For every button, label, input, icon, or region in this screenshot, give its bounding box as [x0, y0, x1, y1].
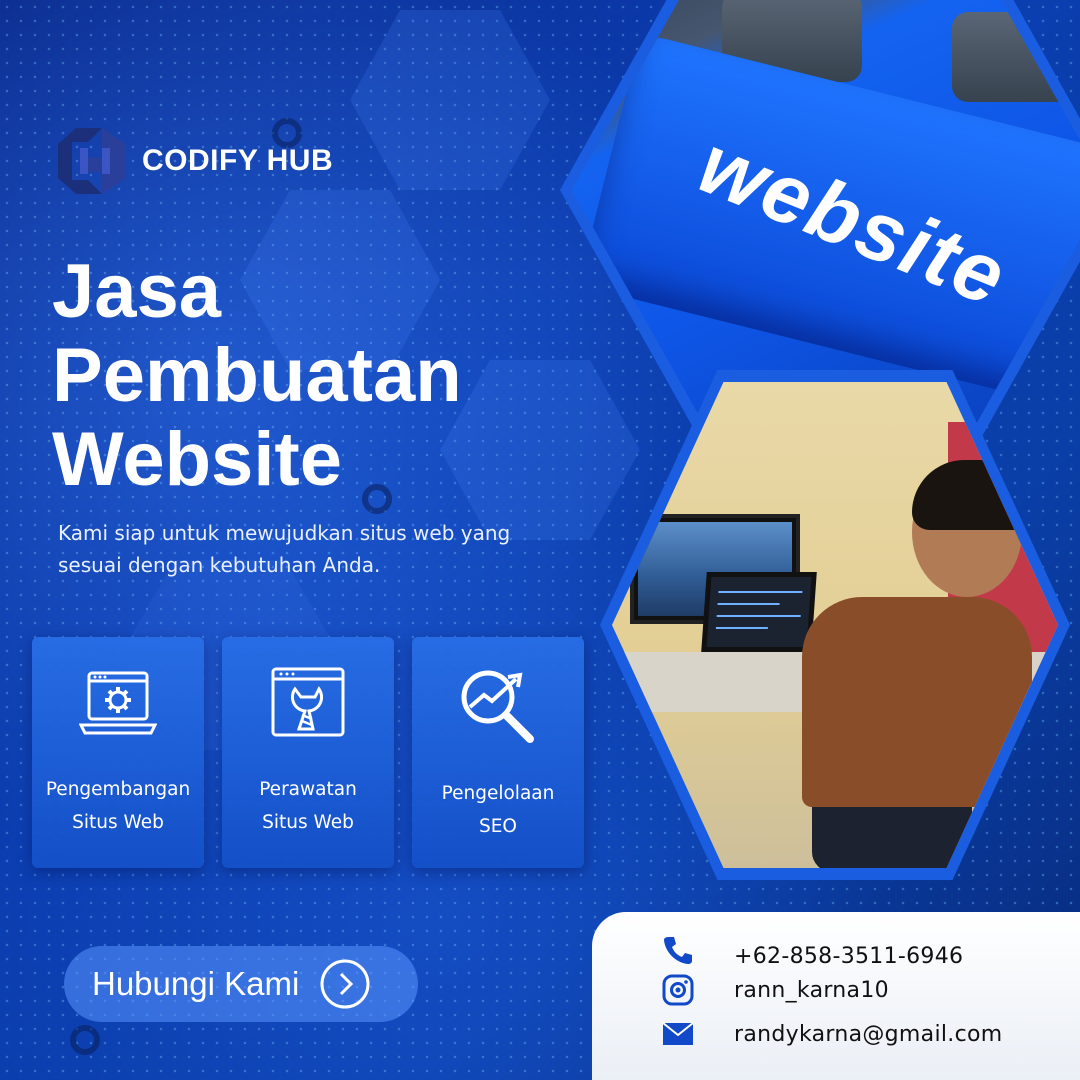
contact-instagram[interactable]: rann_karna10: [662, 974, 889, 1006]
laptop: [701, 572, 817, 652]
website-maintenance-icon: [271, 667, 345, 737]
web-development-icon: [79, 671, 157, 735]
service-card-seo-management: Pengelolaan SEO: [412, 637, 584, 868]
service-label: Pengelolaan SEO: [441, 783, 555, 837]
service-label: Pengembangan Situs Web: [45, 779, 191, 833]
phone-icon: [662, 934, 694, 966]
title-line-1: Jasa: [52, 249, 222, 334]
contact-phone[interactable]: +62-858-3511-6946: [662, 930, 963, 969]
title-line-2: Pembuatan: [52, 333, 462, 418]
service-card-website-maintenance: Perawatan Situs Web: [222, 637, 394, 868]
contact-us-button[interactable]: Hubungi Kami: [64, 946, 418, 1022]
instagram-icon: [662, 974, 694, 1006]
phone-number: +62-858-3511-6946: [734, 944, 964, 969]
instagram-handle: rann_karna10: [734, 977, 889, 1003]
keyboard-photo: website: [572, 0, 1080, 428]
title-line-3: Website: [52, 417, 343, 502]
email-address: randykarna@gmail.com: [734, 1021, 1003, 1047]
contact-email[interactable]: randykarna@gmail.com: [662, 1018, 1002, 1050]
page-title: Jasa Pembuatan Website: [52, 250, 462, 502]
brand-logo: CODIFY HUB: [58, 128, 333, 194]
seo-search-icon: [461, 670, 534, 743]
chevron-right-circle-icon: [320, 959, 370, 1009]
background-hexagon: [440, 360, 640, 540]
service-label: Perawatan Situs Web: [259, 779, 357, 833]
contact-us-button-label: Hubungi Kami: [92, 965, 300, 1002]
decorative-ring: [70, 1025, 100, 1055]
email-icon: [662, 1018, 694, 1050]
service-card-web-development: Pengembangan Situs Web: [32, 637, 204, 868]
subtitle: Kami siap untuk mewujudkan situs web yan…: [58, 521, 511, 577]
codify-hub-logo-icon: [58, 128, 126, 194]
contact-panel: +62-858-3511-6946 rann_karna10 randykarn…: [592, 912, 1080, 1080]
brand-name: CODIFY HUB: [142, 144, 334, 177]
background-hexagon: [350, 10, 550, 190]
